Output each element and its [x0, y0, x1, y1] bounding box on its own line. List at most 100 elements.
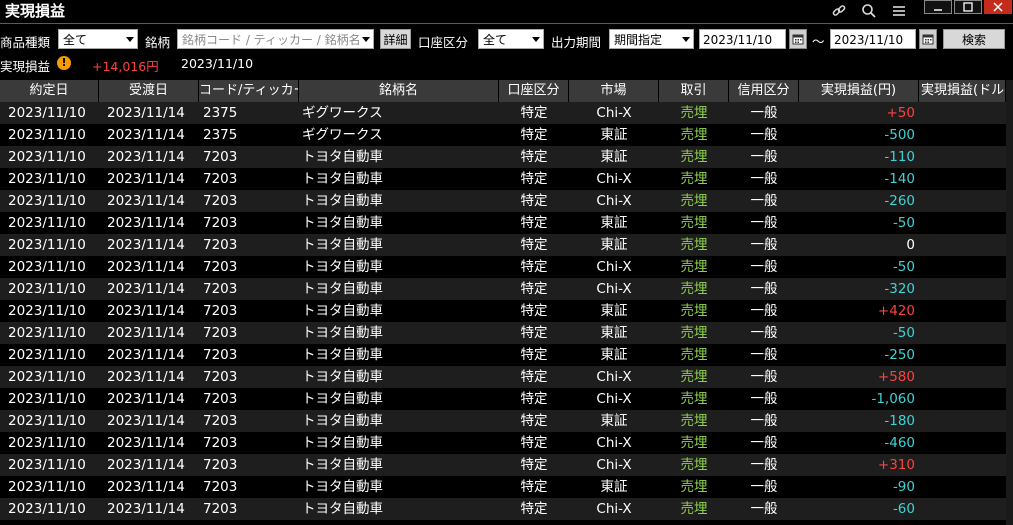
search-button[interactable]: 検索: [943, 29, 1005, 49]
stock-name-cell: トヨタ自動車: [302, 237, 383, 253]
search-icon[interactable]: [859, 1, 879, 21]
table-row[interactable]: 2023/11/10 2023/11/14 7203 トヨタ自動車 特定 東証 売埋 一般 +4…: [0, 300, 1006, 322]
market-cell: 東証: [600, 413, 628, 429]
period-select[interactable]: 期間指定: [609, 29, 694, 49]
market-cell: Chi-X: [596, 259, 632, 275]
table-row[interactable]: 2023/11/10 2023/11/14 2375 ギグワークス 特定 東証 売埋 一般 -5…: [0, 124, 1006, 146]
pnl-yen-cell: -50: [892, 259, 915, 275]
link-icon[interactable]: [829, 1, 849, 21]
table-row[interactable]: 2023/11/10 2023/11/14 7203 トヨタ自動車 特定 Chi-X 売埋 一…: [0, 190, 1006, 212]
stock-name-cell: トヨタ自動車: [302, 391, 383, 407]
column-header[interactable]: 実現損益(円): [799, 80, 919, 102]
date-from-input[interactable]: 2023/11/10: [699, 29, 786, 49]
code-cell: 7203: [203, 171, 238, 187]
maximize-icon[interactable]: [954, 0, 982, 14]
column-header[interactable]: 約定日: [0, 80, 99, 102]
product-type-value: 全て: [63, 33, 88, 47]
table-row[interactable]: 2023/11/10 2023/11/14 7203 トヨタ自動車 特定 Chi-X 売埋 一…: [0, 454, 1006, 476]
table-row[interactable]: 2023/11/10 2023/11/14 7203 トヨタ自動車 特定 東証 売埋 一般 -9…: [0, 476, 1006, 498]
date-to-input[interactable]: 2023/11/10: [830, 29, 916, 49]
pnl-yen-cell: -260: [884, 193, 915, 209]
account-select[interactable]: 全て: [478, 29, 544, 49]
table-row[interactable]: 2023/11/10 2023/11/14 7203 トヨタ自動車 特定 Chi-X 売埋 一…: [0, 278, 1006, 300]
stock-name-cell: トヨタ自動車: [302, 303, 383, 319]
column-header[interactable]: コード/ティッカー: [199, 80, 299, 102]
table-row[interactable]: 2023/11/10 2023/11/14 7203 トヨタ自動車 特定 東証 売埋 一般 -2…: [0, 344, 1006, 366]
settle-date-cell: 2023/11/14: [107, 127, 185, 143]
trade-type-cell: 売埋: [680, 457, 708, 473]
column-header[interactable]: 信用区分: [729, 80, 799, 102]
margin-type-cell: 一般: [750, 501, 778, 517]
column-header[interactable]: 市場: [569, 80, 659, 102]
pnl-yen-cell: -90: [892, 479, 915, 495]
trade-date-cell: 2023/11/10: [8, 237, 86, 253]
settle-date-cell: 2023/11/14: [107, 435, 185, 451]
settle-date-cell: 2023/11/14: [107, 391, 185, 407]
account-cell: 特定: [520, 479, 548, 495]
detail-button[interactable]: 詳細: [380, 29, 411, 49]
margin-type-cell: 一般: [750, 105, 778, 121]
market-cell: 東証: [600, 149, 628, 165]
table-row[interactable]: 2023/11/10 2023/11/14 7203 トヨタ自動車 特定 Chi-X 売埋 一…: [0, 432, 1006, 454]
filter-bar: 商品種類 全て 銘柄 銘柄コード / ティッカー / 銘柄名 詳細 口座区分 全…: [0, 26, 1013, 52]
market-cell: 東証: [600, 237, 628, 253]
summary-label: 実現損益: [0, 59, 51, 74]
menu-icon[interactable]: [889, 1, 909, 21]
code-cell: 7203: [203, 237, 238, 253]
margin-type-cell: 一般: [750, 149, 778, 165]
column-header[interactable]: 受渡日: [99, 80, 199, 102]
close-icon[interactable]: [984, 0, 1012, 14]
table-row[interactable]: 2023/11/10 2023/11/14 7203 トヨタ自動車 特定 東証 売埋 一般 -5…: [0, 322, 1006, 344]
settle-date-cell: 2023/11/14: [107, 347, 185, 363]
market-cell: 東証: [600, 479, 628, 495]
account-cell: 特定: [520, 501, 548, 517]
table-row[interactable]: 2023/11/10 2023/11/14 7203 トヨタ自動車 特定 Chi-X 売埋 一…: [0, 388, 1006, 410]
calendar-from-icon[interactable]: [789, 29, 807, 49]
trade-date-cell: 2023/11/10: [8, 325, 86, 341]
column-header[interactable]: 口座区分: [499, 80, 569, 102]
trade-type-cell: 売埋: [680, 303, 708, 319]
table-row[interactable]: 2023/11/10 2023/11/14 7203 トヨタ自動車 特定 東証 売埋 一般 -1…: [0, 410, 1006, 432]
warning-icon[interactable]: !: [57, 56, 71, 70]
table-row[interactable]: 2023/11/10 2023/11/14 7203 トヨタ自動車 特定 Chi-X 売埋 一…: [0, 168, 1006, 190]
settle-date-cell: 2023/11/14: [107, 281, 185, 297]
column-header[interactable]: 取引: [659, 80, 729, 102]
table-row[interactable]: 2023/11/10 2023/11/14 2375 ギグワークス 特定 Chi-X 売埋 一…: [0, 102, 1006, 124]
pnl-yen-cell: -180: [884, 413, 915, 429]
trade-type-cell: 売埋: [680, 171, 708, 187]
code-cell: 7203: [203, 281, 238, 297]
table-row[interactable]: 2023/11/10 2023/11/14 7203 トヨタ自動車 特定 Chi-X 売埋 一…: [0, 366, 1006, 388]
period-value: 期間指定: [614, 33, 663, 47]
account-cell: 特定: [520, 347, 548, 363]
account-cell: 特定: [520, 149, 548, 165]
code-cell: 7203: [203, 347, 238, 363]
trade-date-cell: 2023/11/10: [8, 259, 86, 275]
trade-date-cell: 2023/11/10: [8, 215, 86, 231]
column-header[interactable]: 銘柄名: [299, 80, 499, 102]
stock-name-cell: ギグワークス: [302, 105, 383, 121]
table-row[interactable]: 2023/11/10 2023/11/14 7203 トヨタ自動車 特定 Chi-X 売埋 一…: [0, 256, 1006, 278]
account-cell: 特定: [520, 281, 548, 297]
table-row[interactable]: 2023/11/10 2023/11/14 7203 トヨタ自動車 特定 東証 売埋 一般 0: [0, 234, 1006, 256]
product-type-label: 商品種類: [0, 35, 51, 50]
account-label: 口座区分: [418, 35, 469, 50]
trade-type-cell: 売埋: [680, 413, 708, 429]
calendar-to-icon[interactable]: [919, 29, 937, 49]
code-cell: 7203: [203, 149, 238, 165]
minimize-icon[interactable]: [924, 0, 952, 14]
product-type-select[interactable]: 全て: [58, 29, 138, 49]
market-cell: Chi-X: [596, 171, 632, 187]
market-cell: Chi-X: [596, 435, 632, 451]
trade-date-cell: 2023/11/10: [8, 303, 86, 319]
pnl-yen-cell: -50: [892, 325, 915, 341]
table-row[interactable]: 2023/11/10 2023/11/14 7203 トヨタ自動車 特定 Chi-X 売埋 一…: [0, 498, 1006, 520]
symbol-search-input[interactable]: 銘柄コード / ティッカー / 銘柄名: [177, 29, 374, 49]
table-row[interactable]: 2023/11/10 2023/11/14 7203 トヨタ自動車 特定 東証 売埋 一般 -5…: [0, 212, 1006, 234]
margin-type-cell: 一般: [750, 259, 778, 275]
table-row[interactable]: 2023/11/10 2023/11/14 7203 トヨタ自動車 特定 東証 売埋 一般 -1…: [0, 146, 1006, 168]
column-header[interactable]: 実現損益(ドル): [919, 80, 1006, 102]
summary-total: +14,016円: [92, 59, 159, 74]
vertical-scrollbar[interactable]: [1006, 80, 1013, 525]
stock-name-cell: トヨタ自動車: [302, 479, 383, 495]
pnl-yen-cell: +50: [886, 105, 916, 121]
